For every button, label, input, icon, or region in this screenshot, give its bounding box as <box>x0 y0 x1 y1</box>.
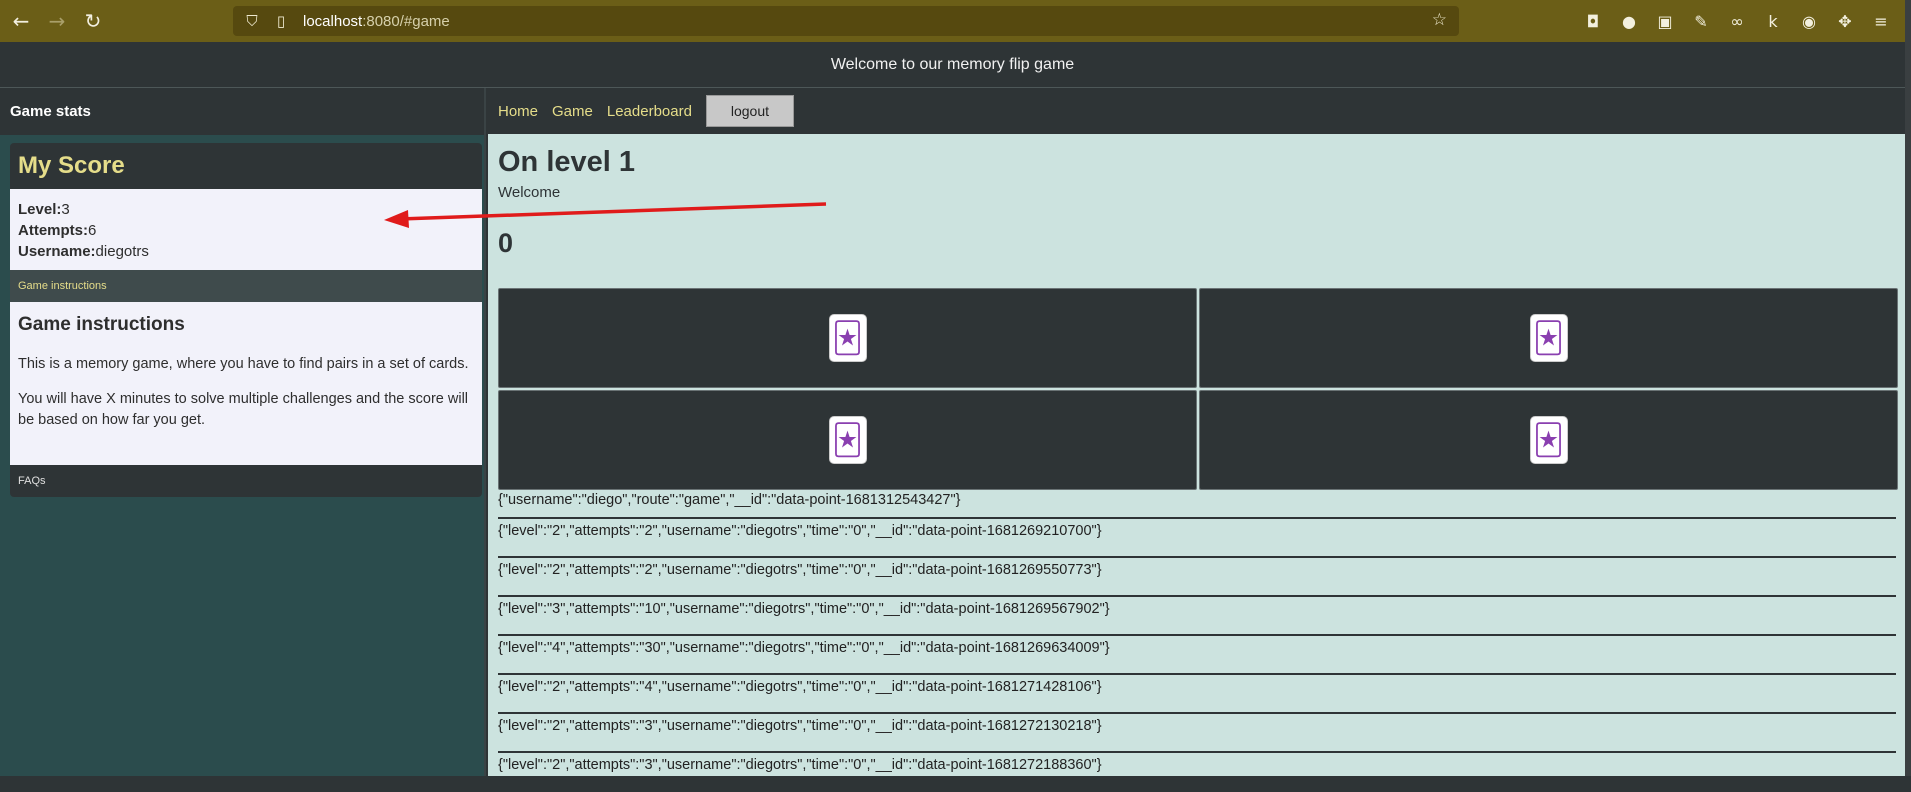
main-content: Home Game Leaderboard logout On level 1 … <box>488 88 1905 792</box>
scrollbar[interactable] <box>1905 0 1911 776</box>
instructions-body: Game instructions This is a memory game,… <box>10 302 482 465</box>
data-record-list: {"username":"diego","route":"game","__id… <box>498 492 1896 792</box>
username-label: Username: <box>18 243 96 260</box>
joker-card-icon: 🃏 <box>1529 416 1568 464</box>
extension-icons: ◘ ● ▣ ✎ ∞ k ◉ ✥ ≡ <box>1580 8 1894 34</box>
memory-card[interactable]: 🃏 <box>1199 390 1898 490</box>
username-line: Username:diegotrs <box>18 241 474 262</box>
data-record-row: {"level":"2","attempts":"3","username":"… <box>498 753 1896 792</box>
score-heading: My Score <box>10 143 482 189</box>
menu-icon[interactable]: ≡ <box>1868 8 1894 34</box>
sidebar-title: Game stats <box>0 88 484 135</box>
browser-toolbar: ← → ↻ ⛉ ▯ localhost:8080/#game ☆ ◘ ● ▣ ✎… <box>0 0 1911 42</box>
data-record-row: {"level":"3","attempts":"10","username":… <box>498 597 1896 636</box>
level-label: Level: <box>18 201 62 218</box>
attempts-value: 6 <box>88 222 97 239</box>
puzzle-icon[interactable]: ✥ <box>1832 8 1858 34</box>
nav-link-home[interactable]: Home <box>498 103 538 120</box>
data-record-row: {"level":"2","attempts":"4","username":"… <box>498 675 1896 714</box>
account-icon[interactable]: ● <box>1616 8 1642 34</box>
data-record-row: {"level":"2","attempts":"2","username":"… <box>498 519 1896 558</box>
joker-card-icon: 🃏 <box>1529 314 1568 362</box>
main-nav: Home Game Leaderboard logout <box>488 88 1905 134</box>
data-record-row: {"level":"2","attempts":"2","username":"… <box>498 558 1896 597</box>
instructions-tab[interactable]: Game instructions <box>10 270 482 302</box>
level-title: On level 1 <box>498 146 636 178</box>
page-icon[interactable]: ▯ <box>271 12 291 30</box>
pen-icon[interactable]: ✎ <box>1688 8 1714 34</box>
data-record-row: {"level":"4","attempts":"30","username":… <box>498 636 1896 675</box>
nav-link-game[interactable]: Game <box>552 103 593 120</box>
attempts-label: Attempts: <box>18 222 88 239</box>
annotation-arrow-icon <box>384 202 827 228</box>
current-score: 0 <box>498 228 514 258</box>
k-extension-icon[interactable]: k <box>1760 8 1786 34</box>
record-icon[interactable]: ◉ <box>1796 8 1822 34</box>
bookmark-star-icon[interactable]: ☆ <box>1432 10 1447 30</box>
instructions-paragraph-1: This is a memory game, where you have to… <box>18 356 469 372</box>
joker-card-icon: 🃏 <box>828 314 867 362</box>
score-card: My Score Level:3 Attempts:6 Username:die… <box>10 143 482 497</box>
nav-link-leaderboard[interactable]: Leaderboard <box>607 103 692 120</box>
pocket-icon[interactable]: ◘ <box>1580 8 1606 34</box>
faq-tab[interactable]: FAQs <box>10 465 482 497</box>
app-header-title: Welcome to our memory flip game <box>830 55 1075 73</box>
back-icon[interactable]: ← <box>6 6 36 36</box>
reload-icon[interactable]: ↻ <box>78 6 108 36</box>
url-bar[interactable]: ⛉ ▯ localhost:8080/#game ☆ <box>233 6 1459 36</box>
memory-card[interactable]: 🃏 <box>498 288 1197 388</box>
data-record-row: {"username":"diego","route":"game","__id… <box>498 492 1896 519</box>
url-text[interactable]: localhost:8080/#game <box>303 13 450 30</box>
joker-card-icon: 🃏 <box>828 416 867 464</box>
memory-card[interactable]: 🃏 <box>1199 288 1898 388</box>
sidebar: Game stats My Score Level:3 Attempts:6 U… <box>0 88 486 776</box>
memory-card[interactable]: 🃏 <box>498 390 1197 490</box>
instructions-paragraph-2: You will have X minutes to solve multipl… <box>18 391 469 428</box>
logout-button[interactable]: logout <box>705 95 794 127</box>
forward-icon[interactable]: → <box>42 6 72 36</box>
extension-icon[interactable]: ▣ <box>1652 8 1678 34</box>
level-value: 3 <box>61 201 70 218</box>
username-value: diegotrs <box>95 243 149 260</box>
data-record-row: {"level":"2","attempts":"3","username":"… <box>498 714 1896 753</box>
app-header: Welcome to our memory flip game <box>0 42 1905 88</box>
card-grid: 🃏 🃏 🃏 🃏 <box>498 288 1898 490</box>
instructions-title: Game instructions <box>18 314 185 335</box>
shield-icon[interactable]: ⛉ <box>242 12 262 30</box>
glasses-icon[interactable]: ∞ <box>1724 8 1750 34</box>
